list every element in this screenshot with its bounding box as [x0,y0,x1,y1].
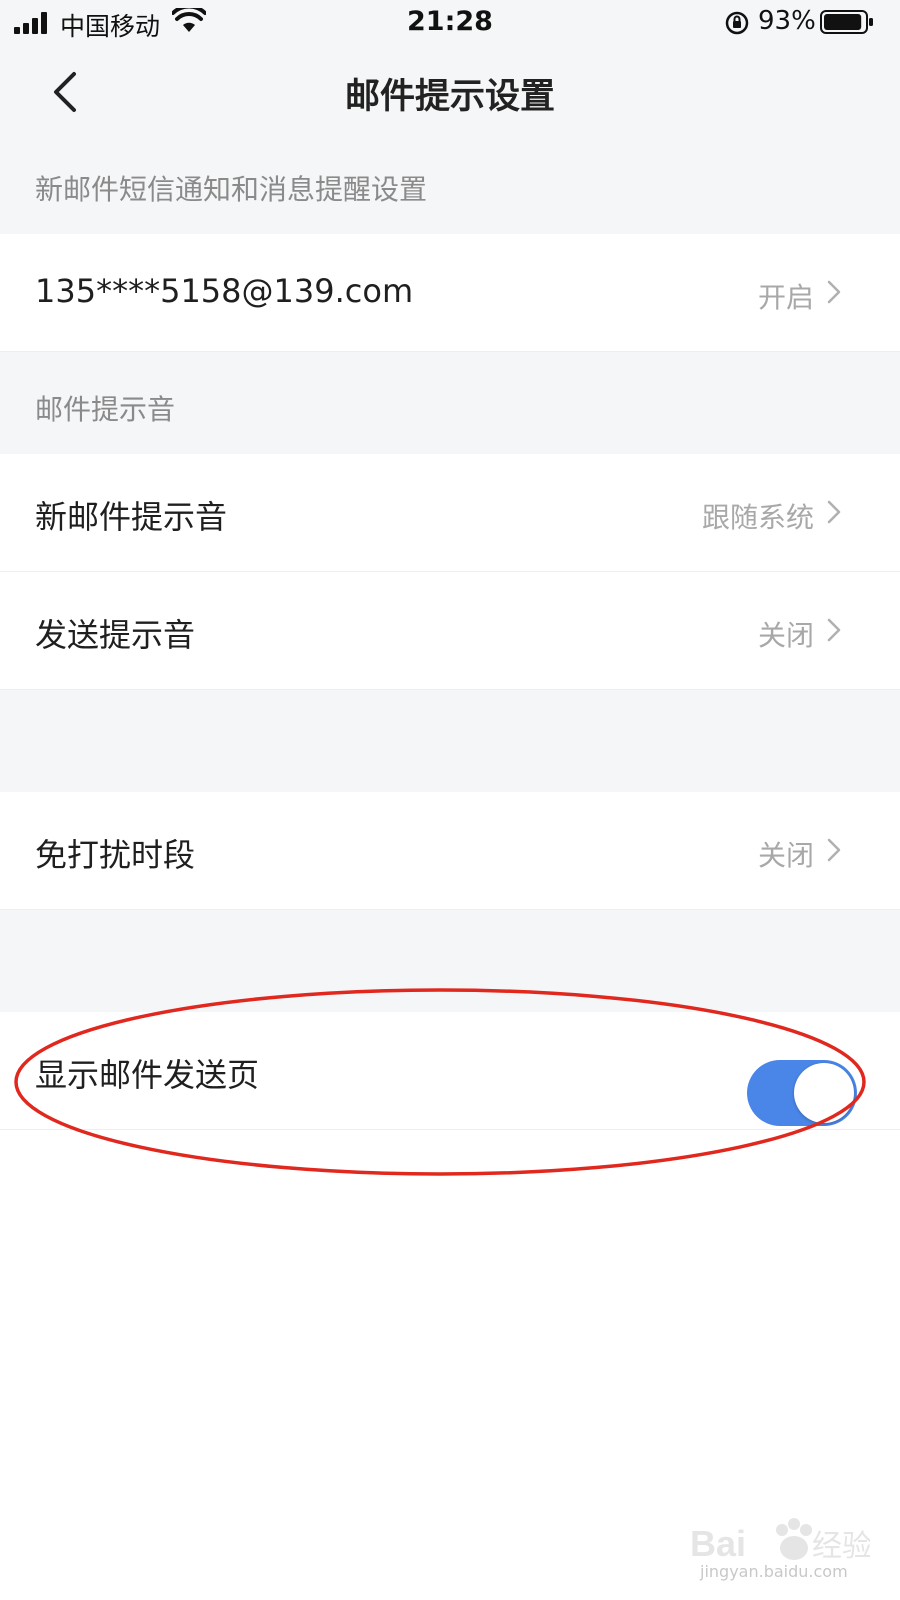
section-spacer [0,910,900,1012]
navigation-bar: 邮件提示设置 [0,46,900,138]
watermark-url: jingyan.baidu.com [700,1562,848,1581]
chevron-right-icon [827,500,841,524]
section-spacer [0,690,900,792]
watermark-brand: Bai [690,1523,746,1564]
toggle-knob [794,1063,854,1123]
send-sound-row[interactable]: 发送提示音 关闭 [0,572,900,690]
chevron-right-icon [827,618,841,642]
battery-icon [820,10,873,34]
do-not-disturb-label: 免打扰时段 [35,836,196,874]
email-notification-row[interactable]: 135****5158@139.com 开启 [0,234,900,352]
send-sound-value: 关闭 [757,619,814,652]
section-header-sms-notification: 新邮件短信通知和消息提醒设置 [0,138,900,234]
new-mail-sound-row[interactable]: 新邮件提示音 跟随系统 [0,454,900,572]
section-header-mail-sound: 邮件提示音 [0,352,900,454]
rotation-lock-icon [725,11,749,35]
page-title: 邮件提示设置 [344,77,555,117]
battery-percent: 93% [758,6,816,36]
section-header-label: 邮件提示音 [35,393,176,426]
chevron-right-icon [827,838,841,862]
status-bar: 中国移动 21:28 93% [0,0,900,46]
do-not-disturb-value: 关闭 [757,839,814,872]
show-send-page-toggle[interactable] [747,1060,857,1126]
new-mail-sound-value: 跟随系统 [701,501,814,534]
email-notification-status: 开启 [757,281,814,314]
do-not-disturb-row[interactable]: 免打扰时段 关闭 [0,792,900,910]
email-account-label: 135****5158@139.com [35,272,414,310]
svg-text:经验: 经验 [812,1530,870,1563]
section-header-label: 新邮件短信通知和消息提醒设置 [35,173,428,206]
new-mail-sound-label: 新邮件提示音 [35,498,228,536]
send-sound-label: 发送提示音 [35,616,196,654]
show-send-page-label: 显示邮件发送页 [35,1056,260,1094]
chevron-right-icon [827,280,841,304]
